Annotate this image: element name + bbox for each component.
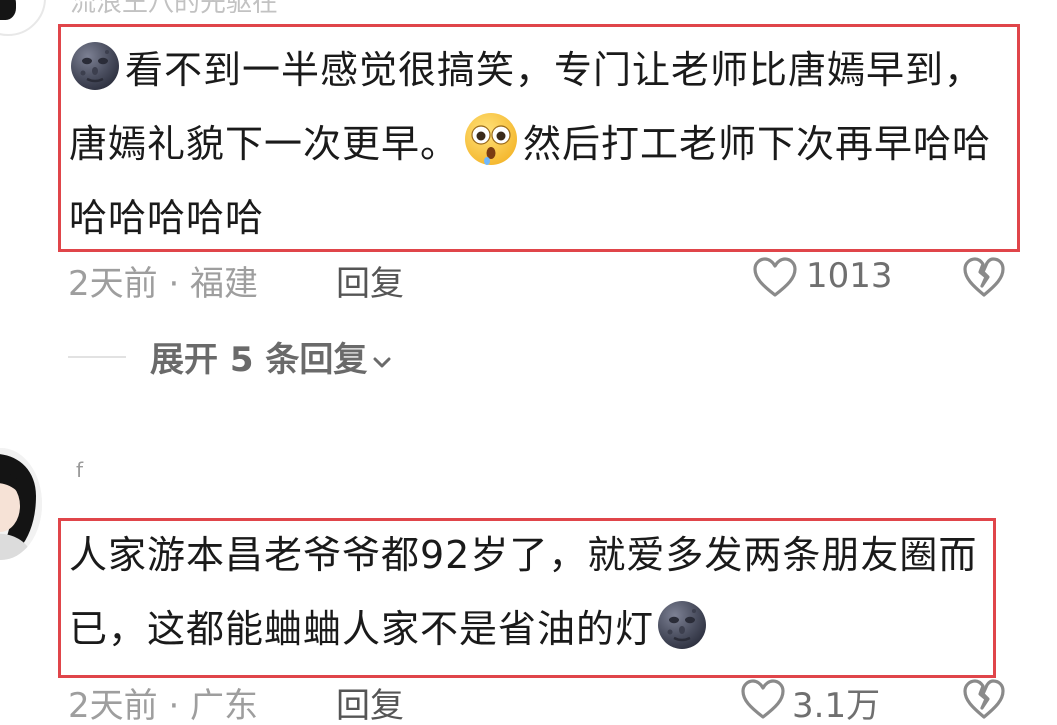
reply-button[interactable]: 回复: [336, 256, 404, 305]
comment-list: 流浪王八的先驱在 看不到一半感觉很搞笑，专门让老师比唐嫣早到，唐嫣礼貌下一次更早…: [0, 0, 1057, 725]
chevron-down-icon: [373, 357, 391, 367]
comment-text-part: 人家游本昌老爷爷都92岁了，就爱多发两条朋友圈而已，这都能蛐蛐人家不是省油的灯: [69, 533, 978, 651]
avatar[interactable]: [0, 0, 46, 36]
highlighted-comment-box: 看不到一半感觉很搞笑，专门让老师比唐嫣早到，唐嫣礼貌下一次更早。 然后打工老师下…: [58, 24, 1020, 252]
username[interactable]: f: [76, 458, 83, 482]
comment-meta: 2天前 · 广东: [68, 686, 259, 725]
flushed-face-emoji-icon: [465, 113, 518, 165]
expand-replies-button[interactable]: 展开 5 条回复: [150, 332, 393, 381]
expand-replies-label: 展开 5 条回复: [150, 340, 368, 380]
heart-outline-icon[interactable]: [740, 678, 786, 720]
new-moon-face-emoji-icon: [71, 42, 119, 90]
avatar-image: [0, 448, 42, 560]
comment-text: 人家游本昌老爷爷都92岁了，就爱多发两条朋友圈而已，这都能蛐蛐人家不是省油的灯: [69, 518, 989, 666]
comment-meta: 2天前 · 福建: [68, 264, 259, 304]
broken-heart-icon[interactable]: [962, 256, 1006, 298]
broken-heart-icon[interactable]: [962, 678, 1006, 720]
avatar[interactable]: [0, 448, 42, 560]
like-count: 3.1万: [792, 686, 881, 725]
divider: [68, 356, 126, 358]
new-moon-face-emoji-icon: [658, 601, 707, 649]
highlighted-comment-box: 人家游本昌老爷爷都92岁了，就爱多发两条朋友圈而已，这都能蛐蛐人家不是省油的灯: [58, 518, 996, 678]
heart-outline-icon[interactable]: [752, 256, 798, 298]
username[interactable]: 流浪王八的先驱在: [70, 0, 278, 19]
like-count: 1013: [806, 256, 893, 296]
reply-button[interactable]: 回复: [336, 678, 404, 725]
comment-text: 看不到一半感觉很搞笑，专门让老师比唐嫣早到，唐嫣礼貌下一次更早。 然后打工老师下…: [69, 33, 1013, 255]
